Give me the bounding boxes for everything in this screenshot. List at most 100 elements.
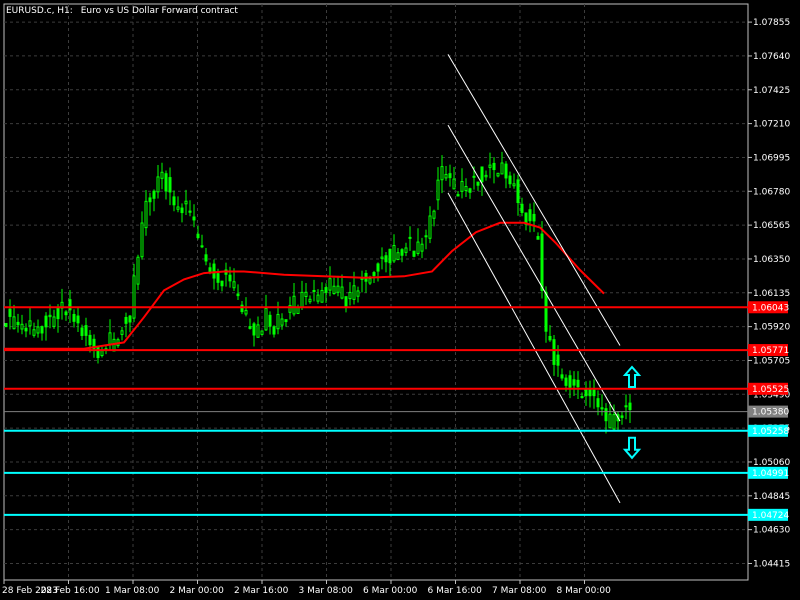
candle-body: [300, 291, 304, 308]
y-tick-label: 1.07855: [753, 18, 790, 28]
trading-chart[interactable]: 1.07855 1.07640 1.07425 1.07210 1.06995 1.067…: [0, 0, 800, 600]
candle-body: [540, 233, 544, 291]
candle-body: [4, 322, 8, 328]
candle-body: [132, 275, 136, 319]
candle-body: [192, 216, 196, 221]
trend-channel-line: [447, 54, 621, 346]
candle-body: [196, 233, 200, 239]
candle-body: [228, 274, 232, 282]
candle-body: [12, 316, 16, 330]
candle-body: [232, 281, 236, 289]
candle-body: [136, 256, 140, 285]
candle-body: [316, 294, 320, 302]
candle-body: [44, 315, 48, 328]
candle-body: [420, 243, 424, 252]
arrow-up-icon: [622, 365, 642, 388]
candle-body: [544, 291, 548, 332]
candle-body: [152, 190, 156, 199]
candle-body: [264, 307, 268, 331]
x-tick-label: 28 Feb 16:00: [41, 586, 100, 596]
resistance-price-label: 1.05525: [752, 385, 789, 395]
candle-body: [408, 236, 412, 239]
candle-body: [40, 326, 44, 334]
candle-body: [600, 407, 604, 410]
candle-body: [388, 248, 392, 264]
candle-body: [272, 326, 276, 335]
x-tick-label: 1 Mar 08:00: [105, 586, 160, 596]
candle-body: [536, 236, 540, 240]
candle-body: [500, 162, 504, 175]
candle-body: [456, 194, 460, 197]
candle-body: [412, 250, 416, 257]
candle-body: [564, 377, 568, 386]
candle-body: [8, 308, 12, 317]
candle-body: [484, 174, 488, 178]
candle-body: [20, 323, 24, 330]
candle-body: [460, 181, 464, 192]
candle-body: [144, 200, 148, 229]
candle-body: [124, 316, 128, 324]
candle-body: [424, 235, 428, 238]
candle-body: [324, 287, 328, 293]
candle-body: [320, 289, 324, 303]
candle-body: [452, 178, 456, 190]
candle-body: [548, 335, 552, 341]
candle-body: [516, 179, 520, 204]
candle-body: [176, 206, 180, 210]
candle-body: [328, 278, 332, 291]
candle-body: [180, 207, 184, 214]
candle-body: [120, 330, 124, 335]
candle-body: [468, 188, 472, 193]
candle-body: [488, 164, 492, 168]
candle-body: [552, 339, 556, 365]
candle-body: [200, 245, 204, 248]
candle-body: [528, 209, 532, 222]
plot-frame: [3, 3, 749, 581]
candle-body: [220, 280, 224, 287]
y-tick-label: 1.06565: [753, 221, 790, 231]
x-tick-label: 2 Mar 16:00: [234, 586, 289, 596]
instrument-description: Euro vs US Dollar Forward contract: [81, 6, 239, 16]
candle-body: [596, 398, 600, 408]
y-tick-label: 1.07640: [753, 52, 790, 62]
candle-body: [128, 315, 132, 323]
y-tick-label: 1.05705: [753, 356, 790, 366]
candle-body: [608, 413, 612, 429]
candle-body: [308, 298, 312, 303]
candle-body: [612, 414, 616, 430]
candle-body: [404, 247, 408, 253]
candle-body: [56, 307, 60, 320]
candle-body: [268, 314, 272, 327]
candle-body: [168, 177, 172, 193]
x-tick-label: 6 Mar 16:00: [428, 586, 483, 596]
y-tick-label: 1.04845: [753, 492, 790, 502]
candle-body: [84, 325, 88, 336]
candle-body: [380, 256, 384, 259]
y-tick-label: 1.04415: [753, 559, 790, 569]
candle-body: [368, 278, 372, 284]
candle-body: [504, 163, 508, 179]
candle-body: [520, 203, 524, 213]
candle-body: [184, 200, 188, 205]
chart-title: EURUSD.c, H1: Euro vs US Dollar Forward …: [6, 6, 238, 16]
candle-body: [108, 332, 112, 345]
chart-canvas[interactable]: 1.07855 1.07640 1.07425 1.07210 1.06995 1.067…: [0, 0, 800, 600]
candle-body: [96, 346, 100, 359]
candle-body: [624, 405, 628, 408]
candle-body: [560, 374, 564, 379]
candle-body: [212, 263, 216, 279]
symbol-label: EURUSD.c, H1:: [6, 6, 73, 16]
candle-body: [280, 318, 284, 326]
candle-body: [164, 173, 168, 192]
candle-body: [436, 179, 440, 201]
resistance-price-label: 1.05771: [752, 346, 789, 356]
candle-body: [72, 313, 76, 322]
support-price-label: 1.04724: [752, 511, 789, 521]
candle-body: [80, 327, 84, 336]
candle-body: [48, 314, 52, 318]
current-price-label: 1.05380: [752, 408, 789, 418]
candle-body: [376, 263, 380, 272]
candle-body: [372, 272, 376, 277]
moving-average-line: [4, 221, 605, 350]
candle-body: [396, 252, 400, 260]
